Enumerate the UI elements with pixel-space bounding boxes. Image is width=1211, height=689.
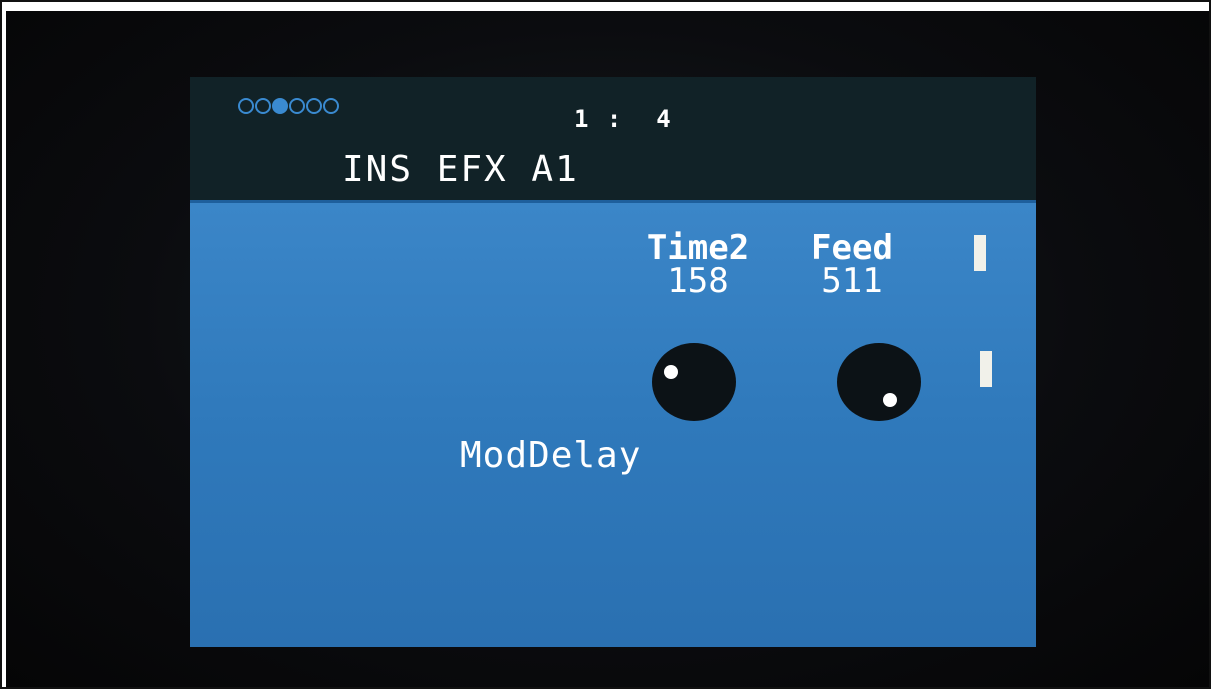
page-dot [289, 98, 305, 114]
knob-pointer-icon [664, 365, 678, 379]
page-dot [238, 98, 254, 114]
param-value: 158 [667, 261, 729, 301]
knob-pointer-icon [883, 393, 897, 407]
param-value: 511 [821, 261, 883, 301]
level-bar-top [974, 235, 986, 271]
page-dot [255, 98, 271, 114]
page-indicator [238, 98, 340, 114]
lcd-screen: 1 : 4 INS EFX A1 Time2 158 Feed 511 ModD… [190, 77, 1036, 647]
param-feed: Feed 511 [782, 228, 922, 301]
feed-knob[interactable] [837, 343, 921, 421]
time2-knob[interactable] [652, 343, 736, 421]
device-body: 1 : 4 INS EFX A1 Time2 158 Feed 511 ModD… [6, 11, 1209, 687]
page-dot-active [272, 98, 288, 114]
effect-name: ModDelay [460, 435, 642, 476]
page-title: INS EFX A1 [342, 149, 579, 190]
page-dot [306, 98, 322, 114]
photo-frame: 1 : 4 INS EFX A1 Time2 158 Feed 511 ModD… [0, 0, 1211, 689]
param-time2: Time2 158 [603, 228, 793, 301]
step-position: 1 : 4 [574, 105, 673, 133]
param-label: Feed [811, 228, 893, 268]
level-bar-bottom [980, 351, 992, 387]
page-dot [323, 98, 339, 114]
param-label: Time2 [646, 228, 750, 268]
parameter-area: Time2 158 Feed 511 ModDelay [190, 203, 1036, 647]
screen-header: 1 : 4 INS EFX A1 [190, 77, 1036, 203]
